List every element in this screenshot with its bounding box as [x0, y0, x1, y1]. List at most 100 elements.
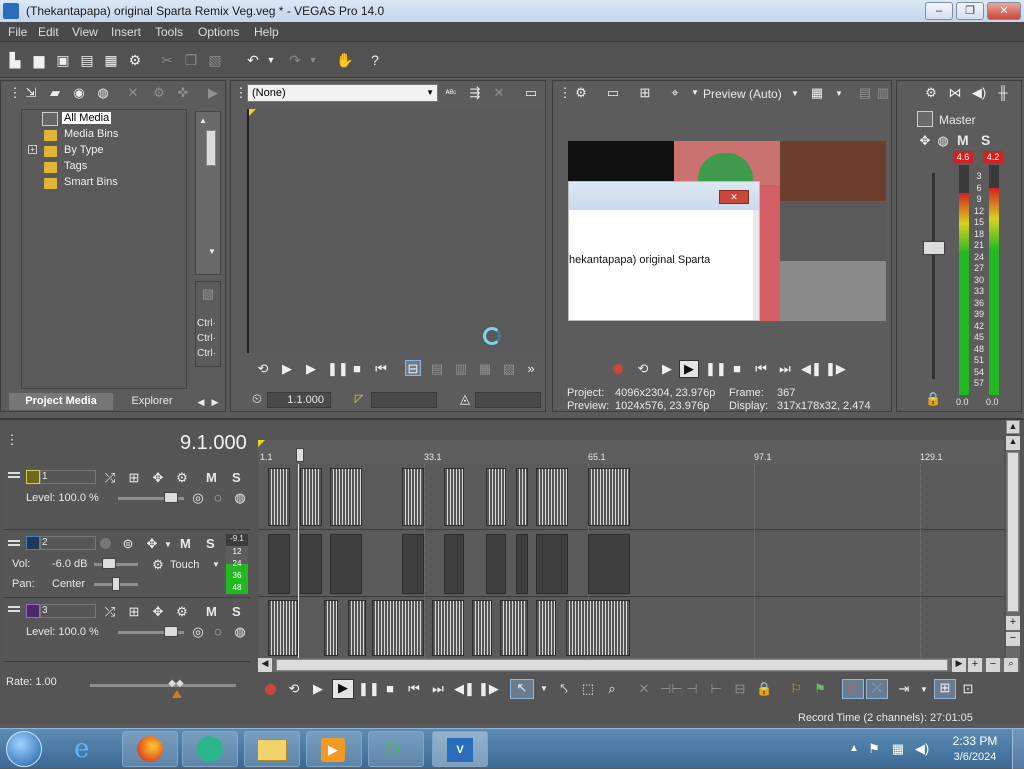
messenger-taskbar-button[interactable]: ⚇: [368, 731, 424, 767]
play-icon[interactable]: ▶: [332, 679, 354, 699]
level-slider-knob[interactable]: [164, 492, 178, 503]
tab-project-media[interactable]: Project Media: [9, 393, 113, 410]
panel-more-icon[interactable]: ▶: [205, 85, 221, 101]
properties-gear-icon[interactable]: ⚙: [126, 51, 144, 69]
media-shortcut-icon[interactable]: ▧: [200, 286, 216, 302]
audio-clip[interactable]: [444, 534, 464, 594]
mute-speaker-icon[interactable]: ◀): [971, 85, 987, 101]
audio-clip[interactable]: [330, 534, 362, 594]
menu-file[interactable]: File: [8, 25, 27, 39]
timeline-hscroll[interactable]: ◀ ▶ + − ⌕: [258, 658, 1020, 672]
video-clip[interactable]: [566, 600, 630, 656]
parent-icon[interactable]: ◌: [210, 624, 226, 640]
video-clip[interactable]: [516, 468, 528, 526]
master-mute-button[interactable]: M: [957, 132, 969, 148]
auto-crossfade-icon[interactable]: ⤫: [866, 679, 888, 699]
child-icon[interactable]: ◍: [232, 624, 248, 640]
capture-video-icon[interactable]: ▰: [47, 85, 63, 101]
edit-tool-dropdown-icon[interactable]: ▼: [536, 681, 552, 697]
go-to-end-icon[interactable]: ⏭: [430, 681, 446, 697]
tree-all-media[interactable]: All Media: [62, 112, 112, 124]
remove-media-icon[interactable]: ✕: [125, 85, 141, 101]
audio-clip[interactable]: [402, 534, 424, 594]
track-solo-button[interactable]: S: [206, 536, 215, 551]
stop-icon[interactable]: ■: [729, 361, 745, 377]
rate-slider-knob[interactable]: ◆◆: [164, 678, 188, 690]
play-from-start-icon[interactable]: ▶: [310, 681, 326, 697]
video-clip[interactable]: [348, 600, 366, 656]
action-center-flag-icon[interactable]: ⚑: [866, 741, 882, 757]
hscroll-left-icon[interactable]: ◀: [258, 658, 272, 672]
previous-frame-icon[interactable]: ◀❚: [801, 361, 822, 377]
video-clip[interactable]: [324, 600, 338, 656]
track-fx-icon[interactable]: ⊞: [126, 470, 142, 486]
video-clip[interactable]: [444, 468, 464, 526]
track-header-3[interactable]: 3 ⤮ ⊞ ✥ ⚙ M S Level: 100.0 % ◎ ◌ ◍: [4, 600, 250, 662]
close-button[interactable]: ✕: [987, 2, 1021, 20]
overlays-grid-icon[interactable]: ▦: [809, 85, 825, 101]
app-taskbar-button[interactable]: [182, 731, 238, 767]
zoom-out-horizontal-icon[interactable]: −: [986, 658, 1000, 672]
volume-icon[interactable]: ◀): [914, 741, 930, 757]
selection-tool-icon[interactable]: ⬚: [580, 681, 596, 697]
go-to-start-icon[interactable]: ⏮: [406, 681, 422, 697]
tree-media-bins[interactable]: Media Bins: [64, 128, 118, 140]
track-mute-button[interactable]: M: [206, 470, 217, 485]
external-monitor-icon[interactable]: ▭: [605, 85, 621, 101]
overlays-dropdown-icon[interactable]: ▼: [831, 86, 847, 102]
pause-icon[interactable]: ❚❚: [358, 681, 380, 697]
cursor-time-display[interactable]: 9.1.000: [180, 432, 247, 455]
show-desktop-button[interactable]: [1012, 729, 1024, 769]
master-fx-icon[interactable]: ✥: [917, 133, 933, 149]
copy-icon[interactable]: ❐: [182, 51, 200, 69]
master-solo-button[interactable]: S: [981, 132, 990, 148]
loop-icon[interactable]: ⟲: [286, 681, 302, 697]
automation-dropdown-icon[interactable]: ▼: [212, 560, 220, 569]
copy-snapshot-icon[interactable]: ▤: [857, 85, 873, 101]
composite-mode-icon[interactable]: ◎: [190, 490, 206, 506]
redo-dropdown-icon[interactable]: ▼: [304, 51, 322, 69]
lock-icon[interactable]: 🔒: [925, 391, 941, 407]
child-icon[interactable]: ◍: [232, 490, 248, 506]
marker-icon[interactable]: ⚐: [788, 681, 804, 697]
playhead-handle[interactable]: [296, 448, 304, 462]
go-to-end-icon[interactable]: ⏭: [777, 361, 793, 377]
track-collapse-icon[interactable]: [8, 472, 20, 474]
track-lanes[interactable]: [258, 464, 1004, 658]
media-gear-icon[interactable]: ⚙: [151, 85, 167, 101]
parent-icon[interactable]: ◌: [210, 490, 226, 506]
play-icon[interactable]: ▶: [303, 361, 319, 377]
render-icon[interactable]: ▦: [102, 51, 120, 69]
volume-slider[interactable]: [94, 563, 138, 566]
cut-icon[interactable]: ✂: [158, 51, 176, 69]
trimmer-length-field[interactable]: [475, 392, 541, 408]
scroll-down-icon[interactable]: ▼: [208, 247, 216, 256]
video-clip[interactable]: [536, 468, 568, 526]
paste-icon[interactable]: ▧: [206, 51, 224, 69]
lock-envelopes-icon[interactable]: ⊞: [934, 679, 956, 699]
get-media-icon[interactable]: ◉: [71, 85, 87, 101]
trimmer-in-field[interactable]: [371, 392, 437, 408]
arm-record-icon[interactable]: [100, 538, 111, 549]
undo-dropdown-icon[interactable]: ▼: [262, 51, 280, 69]
level-slider-knob[interactable]: [164, 626, 178, 637]
spellcheck-icon[interactable]: ᴬᴮᶜ: [443, 85, 459, 101]
internet-explorer-icon[interactable]: e: [60, 731, 116, 767]
video-clip[interactable]: [500, 600, 528, 656]
track-collapse-icon[interactable]: [8, 606, 20, 608]
menu-help[interactable]: Help: [254, 25, 279, 39]
preview-settings-gear-icon[interactable]: ⚙: [573, 85, 589, 101]
mixer-sliders-icon[interactable]: ╫: [995, 85, 1011, 101]
pause-icon[interactable]: ❚❚: [327, 361, 349, 377]
invert-phase-icon[interactable]: ⊜: [120, 536, 136, 552]
pause-icon[interactable]: ❚❚: [705, 361, 727, 377]
trimmer-layout-icon[interactable]: ▭: [523, 85, 539, 101]
new-project-icon[interactable]: ▙: [6, 51, 24, 69]
normal-edit-tool-icon[interactable]: ↖: [510, 679, 534, 699]
video-clip[interactable]: [372, 600, 424, 656]
record-icon[interactable]: [613, 364, 623, 374]
trimmer-add-icon[interactable]: ▤: [429, 361, 445, 377]
next-frame-icon[interactable]: ❚▶: [478, 681, 499, 697]
timeline-scroll-up-icon[interactable]: ▲: [1006, 420, 1020, 434]
open-icon[interactable]: ▆: [30, 51, 48, 69]
